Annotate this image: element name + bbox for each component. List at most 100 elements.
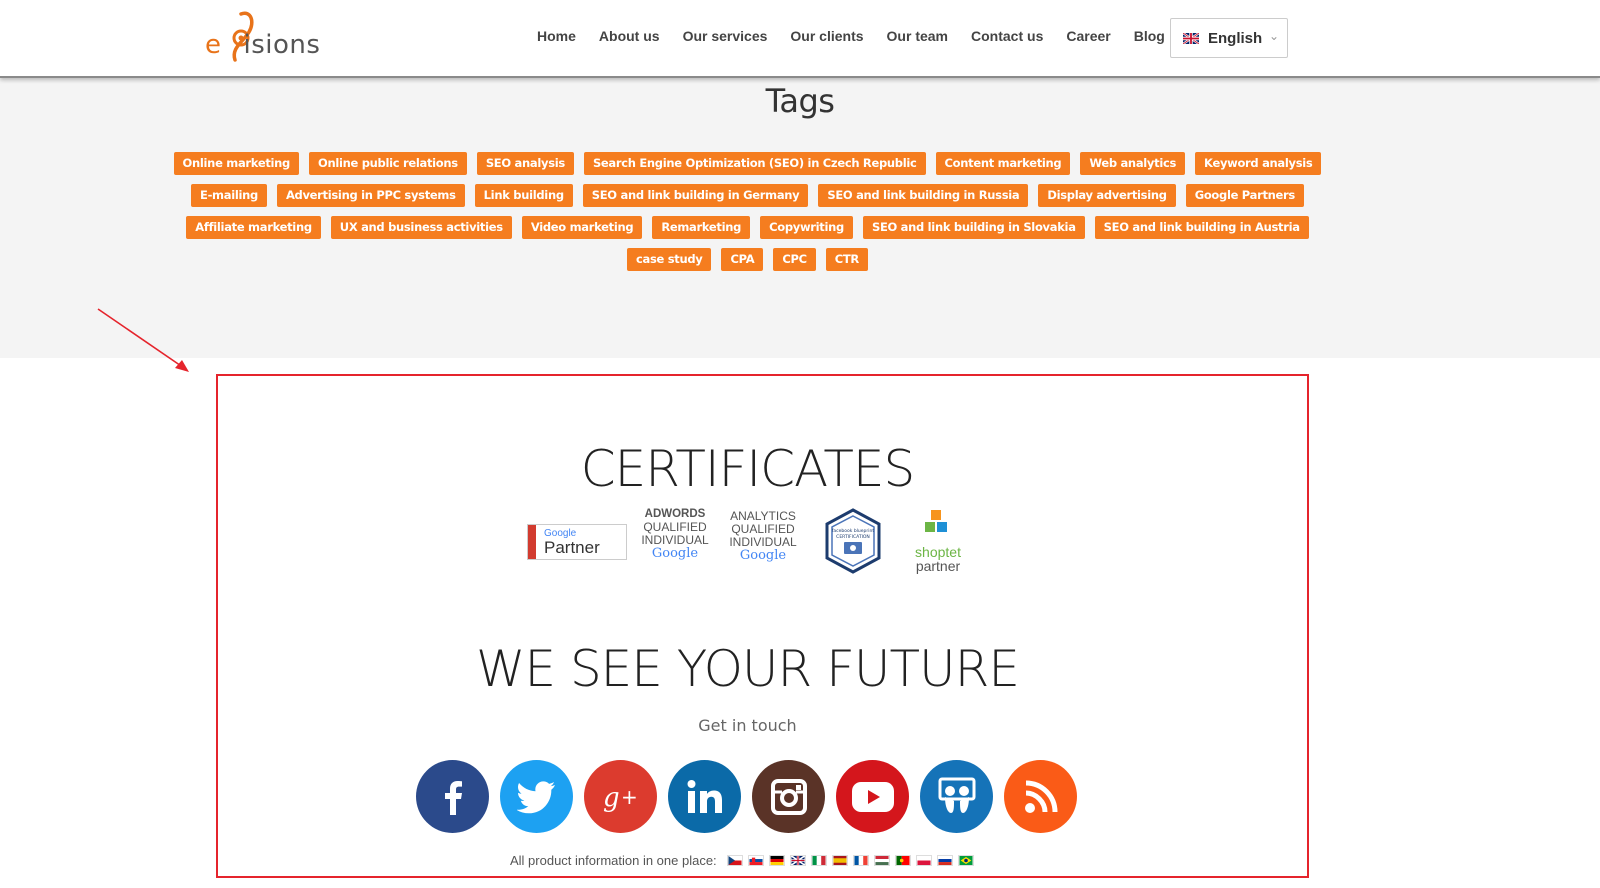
facebook-blueprint-badge[interactable]: facebook blueprint CERTIFICATION (823, 508, 883, 579)
shoptet-partner-badge[interactable]: shoptet partner (908, 510, 968, 573)
future-title: WE SEE YOUR FUTURE (476, 640, 1020, 698)
tag-row: Affiliate marketing UX and business activ… (0, 216, 1495, 239)
tag-link[interactable]: SEO and link building in Russia (818, 184, 1029, 207)
linkedin-icon (687, 779, 722, 813)
rss-link[interactable] (1004, 760, 1077, 833)
tag-link[interactable]: SEO analysis (476, 152, 574, 175)
product-info-text: All product information in one place: (510, 853, 717, 868)
language-select[interactable]: English ⌄ (1170, 18, 1288, 58)
tag-link[interactable]: case study (627, 248, 712, 271)
shoptet-label: shoptet (915, 544, 961, 560)
tag-link[interactable]: Online public relations (308, 152, 467, 175)
certificates-title: CERTIFICATES (580, 440, 916, 498)
svg-text:+: + (621, 785, 638, 809)
tag-link[interactable]: Affiliate marketing (186, 216, 321, 239)
site-header: e isions Home About us Our services Our c… (0, 0, 1600, 78)
tag-link[interactable]: Remarketing (652, 216, 751, 239)
tag-link[interactable]: CTR (825, 248, 868, 271)
logo-text: e isions (205, 30, 321, 60)
youtube-link[interactable] (836, 760, 909, 833)
language-label: English (1208, 29, 1263, 47)
portuguese-flag-icon[interactable] (894, 855, 911, 866)
tag-link[interactable]: Web analytics (1080, 152, 1186, 175)
nav-about-us[interactable]: About us (599, 28, 660, 44)
nav-blog[interactable]: Blog (1134, 28, 1165, 44)
nav-our-team[interactable]: Our team (887, 28, 948, 44)
polish-flag-icon[interactable] (915, 855, 932, 866)
russian-flag-icon[interactable] (936, 855, 953, 866)
nav-our-clients[interactable]: Our clients (790, 28, 863, 44)
svg-text:g: g (603, 783, 620, 812)
nav-career[interactable]: Career (1066, 28, 1110, 44)
slideshare-icon (938, 777, 975, 813)
analytics-google: Google (739, 548, 787, 563)
main-nav: Home About us Our services Our clients O… (537, 28, 1188, 44)
nav-home[interactable]: Home (537, 28, 576, 44)
tag-link[interactable]: SEO and link building in Slovakia (862, 216, 1085, 239)
slideshare-link[interactable] (920, 760, 993, 833)
tag-cloud: Online marketing Online public relations S… (0, 152, 1495, 280)
chevron-down-icon: ⌄ (1268, 29, 1279, 43)
tags-title: Tags (765, 82, 835, 120)
nav-contact-us[interactable]: Contact us (971, 28, 1043, 44)
tag-link[interactable]: Search Engine Optimization (SEO) in Czec… (583, 152, 926, 175)
tag-row: E-mailing Advertising in PPC systems Link … (0, 184, 1495, 207)
french-flag-icon[interactable] (852, 855, 869, 866)
tag-link[interactable]: Online marketing (173, 152, 299, 175)
tag-link[interactable]: SEO and link building in Germany (582, 184, 809, 207)
italian-flag-icon[interactable] (810, 855, 827, 866)
social-links: g + (416, 760, 1077, 833)
czech-flag-icon[interactable] (726, 855, 743, 866)
adwords-google: Google (651, 546, 699, 561)
tag-link[interactable]: CPC (773, 248, 816, 271)
tag-link[interactable]: E-mailing (191, 184, 267, 207)
tag-link[interactable]: Link building (474, 184, 573, 207)
tag-link[interactable]: UX and business activities (330, 216, 512, 239)
tag-link[interactable]: Display advertising (1038, 184, 1176, 207)
gp-partner-text: Partner (544, 538, 600, 557)
instagram-link[interactable] (752, 760, 825, 833)
google-partner-badge[interactable]: Google Partner (527, 524, 627, 560)
evisions-logo[interactable]: e isions (205, 8, 325, 68)
linkedin-link[interactable] (668, 760, 741, 833)
tag-row: case study CPA CPC CTR (0, 248, 1495, 271)
adwords-qualified-badge[interactable]: ADWORDS QUALIFIED INDIVIDUAL Google (641, 508, 709, 560)
tag-link[interactable]: Video marketing (521, 216, 643, 239)
svg-text:CERTIFICATION: CERTIFICATION (836, 534, 870, 540)
tag-link[interactable]: CPA (721, 248, 764, 271)
spanish-flag-icon[interactable] (831, 855, 848, 866)
svg-text:facebook blueprint: facebook blueprint (832, 528, 875, 534)
annotation-arrow-icon (97, 308, 189, 372)
tag-link[interactable]: SEO and link building in Austria (1094, 216, 1309, 239)
facebook-blueprint-icon: facebook blueprint CERTIFICATION (825, 508, 881, 574)
uk-flag-icon (1183, 32, 1199, 44)
certificate-badges: Google Partner ADWORDS QUALIFIED INDIVID… (523, 508, 973, 578)
hungarian-flag-icon[interactable] (873, 855, 890, 866)
facebook-icon (444, 780, 462, 815)
slovak-flag-icon[interactable] (747, 855, 764, 866)
tag-link[interactable]: Keyword analysis (1195, 152, 1322, 175)
uk-flag-small-icon[interactable] (789, 855, 806, 866)
tag-link[interactable]: Copywriting (760, 216, 853, 239)
twitter-link[interactable] (500, 760, 573, 833)
youtube-icon (851, 781, 894, 812)
rss-icon (1024, 780, 1057, 813)
get-in-touch-text: Get in touch (698, 716, 797, 735)
facebook-link[interactable] (416, 760, 489, 833)
nav-our-services[interactable]: Our services (683, 28, 768, 44)
twitter-icon (516, 780, 555, 813)
tag-link[interactable]: Content marketing (935, 152, 1071, 175)
analytics-qualified-badge[interactable]: ANALYTICS QUALIFIED INDIVIDUAL Google (729, 510, 797, 563)
tags-section: Tags Online marketing Online public relat… (0, 78, 1600, 358)
instagram-icon (770, 778, 807, 815)
shoptet-partner-label: partner (915, 558, 961, 574)
tag-link[interactable]: Google Partners (1185, 184, 1304, 207)
brazilian-flag-icon[interactable] (957, 855, 974, 866)
tag-link[interactable]: Advertising in PPC systems (276, 184, 465, 207)
tag-row: Online marketing Online public relations S… (0, 152, 1495, 175)
google-plus-link[interactable]: g + (584, 760, 657, 833)
language-flags (726, 855, 974, 866)
german-flag-icon[interactable] (768, 855, 785, 866)
shoptet-icon (925, 510, 947, 532)
product-info-line: All product information in one place: (510, 853, 974, 868)
